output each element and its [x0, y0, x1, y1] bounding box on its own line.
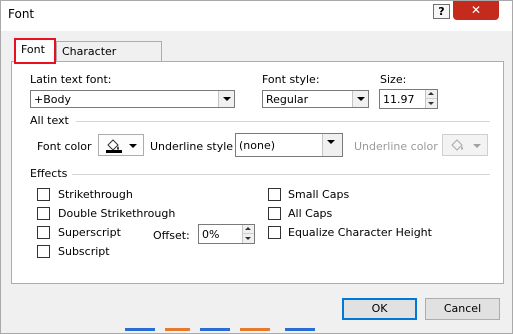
effects-divider	[72, 174, 490, 175]
font-style-label: Font style:	[262, 73, 320, 86]
offset-spinner[interactable]: 0%	[198, 224, 255, 244]
cancel-button[interactable]: Cancel	[425, 298, 500, 320]
underline-style-select[interactable]: (none)	[235, 133, 343, 157]
effects-heading: Effects	[30, 167, 68, 180]
subscript-label: Subscript	[58, 245, 110, 258]
small-caps-checkbox[interactable]	[268, 188, 281, 201]
tab-character-spacing[interactable]: Character Spacing	[56, 41, 162, 78]
strikethrough-checkbox[interactable]	[37, 188, 50, 201]
underline-color-button[interactable]	[442, 134, 488, 156]
font-style-value: Regular	[266, 93, 309, 106]
superscript-label: Superscript	[58, 226, 121, 239]
taskbar-hint	[200, 328, 230, 331]
ok-button[interactable]: OK	[342, 298, 417, 320]
equalize-height-label: Equalize Character Height	[288, 226, 432, 239]
subscript-checkbox[interactable]	[37, 245, 50, 258]
taskbar-hint	[165, 328, 190, 331]
latin-font-select[interactable]: +Body	[30, 90, 235, 108]
chevron-down-icon[interactable]	[218, 91, 234, 107]
double-strikethrough-checkbox[interactable]	[37, 207, 50, 220]
spin-up-icon[interactable]	[426, 90, 437, 99]
offset-spinner-buttons	[242, 225, 254, 243]
taskbar-hint	[285, 328, 315, 331]
chevron-down-icon	[473, 144, 481, 148]
all-caps-label: All Caps	[288, 207, 333, 220]
chevron-down-icon	[129, 144, 137, 148]
size-spinner[interactable]: 11.97	[379, 89, 438, 109]
tab-font-label: Font	[21, 43, 45, 56]
equalize-height-checkbox[interactable]	[268, 226, 281, 239]
taskbar-hint	[125, 328, 155, 331]
font-color-button[interactable]	[98, 134, 144, 156]
strikethrough-label: Strikethrough	[58, 188, 133, 201]
spin-down-icon[interactable]	[426, 99, 437, 108]
chevron-down-icon[interactable]	[322, 134, 342, 156]
tab-font[interactable]: Font	[14, 38, 56, 64]
font-dialog: Font ? ✕ Font Character Spacing Latin te…	[0, 0, 513, 334]
underline-color-label: Underline color	[354, 140, 438, 153]
latin-font-label: Latin text font:	[30, 73, 112, 86]
spin-down-icon[interactable]	[243, 234, 254, 243]
small-caps-label: Small Caps	[288, 188, 350, 201]
all-caps-checkbox[interactable]	[268, 207, 281, 220]
size-spinner-buttons	[425, 90, 437, 108]
font-tab-panel: Latin text font: Font style: Size: +Body…	[11, 61, 504, 284]
underline-style-value: (none)	[239, 139, 276, 152]
spin-up-icon[interactable]	[243, 225, 254, 234]
close-button[interactable]: ✕	[453, 1, 499, 20]
paint-bucket-icon	[106, 139, 122, 153]
size-value: 11.97	[383, 93, 415, 106]
taskbar-hint	[240, 328, 270, 331]
offset-value: 0%	[202, 228, 220, 241]
font-color-label: Font color	[37, 140, 92, 153]
paint-bucket-icon	[451, 139, 463, 151]
all-text-divider	[76, 121, 490, 122]
latin-font-value: +Body	[34, 93, 71, 106]
chevron-down-icon[interactable]	[352, 91, 368, 107]
double-strikethrough-label: Double Strikethrough	[58, 207, 176, 220]
all-text-heading: All text	[30, 114, 69, 127]
underline-style-label: Underline style	[150, 140, 234, 153]
size-label: Size:	[380, 73, 407, 86]
superscript-checkbox[interactable]	[37, 226, 50, 239]
help-button[interactable]: ?	[433, 4, 450, 19]
offset-label: Offset:	[153, 229, 190, 242]
font-style-select[interactable]: Regular	[262, 90, 369, 108]
window-title: Font	[8, 7, 35, 21]
title-bar: Font ? ✕	[1, 1, 512, 31]
